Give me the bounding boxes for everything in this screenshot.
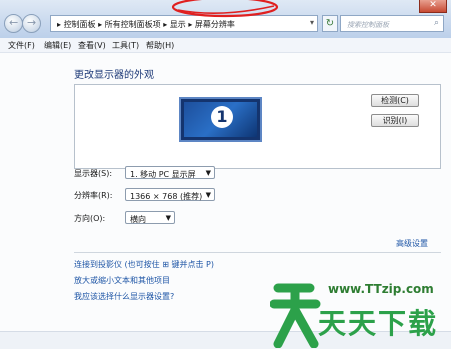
watermark-url: www.TTzip.com bbox=[328, 282, 434, 296]
menu-view[interactable]: 查看(V) bbox=[78, 40, 106, 51]
resolution-label: 分辨率(R): bbox=[74, 191, 113, 200]
breadcrumb-sep-icon: ▸ bbox=[163, 20, 168, 29]
refresh-button[interactable]: ↻ bbox=[322, 15, 338, 32]
chevron-down-icon: ▼ bbox=[205, 169, 211, 177]
breadcrumb-sep-icon: ▸ bbox=[98, 20, 103, 29]
forward-arrow-icon: → bbox=[27, 16, 37, 29]
menu-file[interactable]: 文件(F) bbox=[8, 40, 35, 51]
watermark-text: 天天下载 bbox=[318, 307, 439, 340]
menu-help[interactable]: 帮助(H) bbox=[146, 40, 174, 51]
identify-button[interactable]: 识别(I) bbox=[371, 114, 419, 127]
address-dropdown-icon[interactable]: ▾ bbox=[310, 18, 314, 27]
display-value: 1. 移动 PC 显示屏 bbox=[130, 170, 196, 179]
search-input[interactable]: 搜索控制面板 ⌕ bbox=[340, 15, 444, 32]
forward-button[interactable]: → bbox=[22, 14, 41, 33]
menu-bar: 文件(F) 编辑(E) 查看(V) 工具(T) 帮助(H) bbox=[0, 38, 451, 53]
advanced-settings-link[interactable]: 高级设置 bbox=[396, 238, 428, 249]
chevron-down-icon: ▼ bbox=[205, 191, 211, 199]
breadcrumb-all-items[interactable]: 所有控制面板项 bbox=[105, 20, 161, 29]
close-icon: ✕ bbox=[429, 0, 437, 10]
breadcrumb-display[interactable]: 显示 bbox=[170, 20, 186, 29]
breadcrumb-sep-icon: ▸ bbox=[188, 20, 193, 29]
breadcrumb-sep-icon: ▸ bbox=[57, 20, 62, 29]
page-title: 更改显示器的外观 bbox=[74, 70, 154, 81]
back-button[interactable]: ← bbox=[4, 14, 23, 33]
projector-link[interactable]: 连接到投影仪 (也可按住 ⊞ 键并点击 P) bbox=[74, 259, 214, 270]
divider bbox=[74, 252, 441, 253]
monitor-icon[interactable]: 1 bbox=[179, 97, 262, 142]
refresh-icon: ↻ bbox=[325, 18, 335, 29]
orientation-label: 方向(O): bbox=[74, 214, 106, 223]
back-arrow-icon: ← bbox=[9, 16, 19, 29]
display-label: 显示器(S): bbox=[74, 169, 113, 178]
orientation-select[interactable]: 横向 ▼ bbox=[125, 211, 175, 224]
chevron-down-icon: ▼ bbox=[165, 214, 171, 222]
monitor-screen: 1 bbox=[184, 102, 257, 137]
text-size-link[interactable]: 放大或缩小文本和其他项目 bbox=[74, 275, 170, 286]
orientation-value: 横向 bbox=[130, 215, 146, 224]
menu-tools[interactable]: 工具(T) bbox=[112, 40, 139, 51]
resolution-value: 1366 × 768 (推荐) bbox=[130, 192, 203, 201]
breadcrumb-control-panel[interactable]: 控制面板 bbox=[64, 20, 96, 29]
red-annotation-ellipse bbox=[171, 0, 279, 18]
breadcrumb-resolution[interactable]: 屏幕分辨率 bbox=[195, 20, 235, 29]
resolution-select[interactable]: 1366 × 768 (推荐) ▼ bbox=[125, 188, 215, 201]
monitor-number: 1 bbox=[211, 106, 233, 128]
display-settings-help-link[interactable]: 我应该选择什么显示器设置? bbox=[74, 291, 174, 302]
detect-button[interactable]: 检测(C) bbox=[371, 94, 419, 107]
close-button[interactable]: ✕ bbox=[419, 0, 447, 13]
search-icon: ⌕ bbox=[433, 18, 439, 28]
display-select[interactable]: 1. 移动 PC 显示屏 ▼ bbox=[125, 166, 215, 179]
breadcrumb: ▸ 控制面板 ▸ 所有控制面板项 ▸ 显示 ▸ 屏幕分辨率 bbox=[57, 19, 235, 30]
search-placeholder: 搜索控制面板 bbox=[347, 21, 389, 29]
menu-edit[interactable]: 编辑(E) bbox=[44, 40, 71, 51]
